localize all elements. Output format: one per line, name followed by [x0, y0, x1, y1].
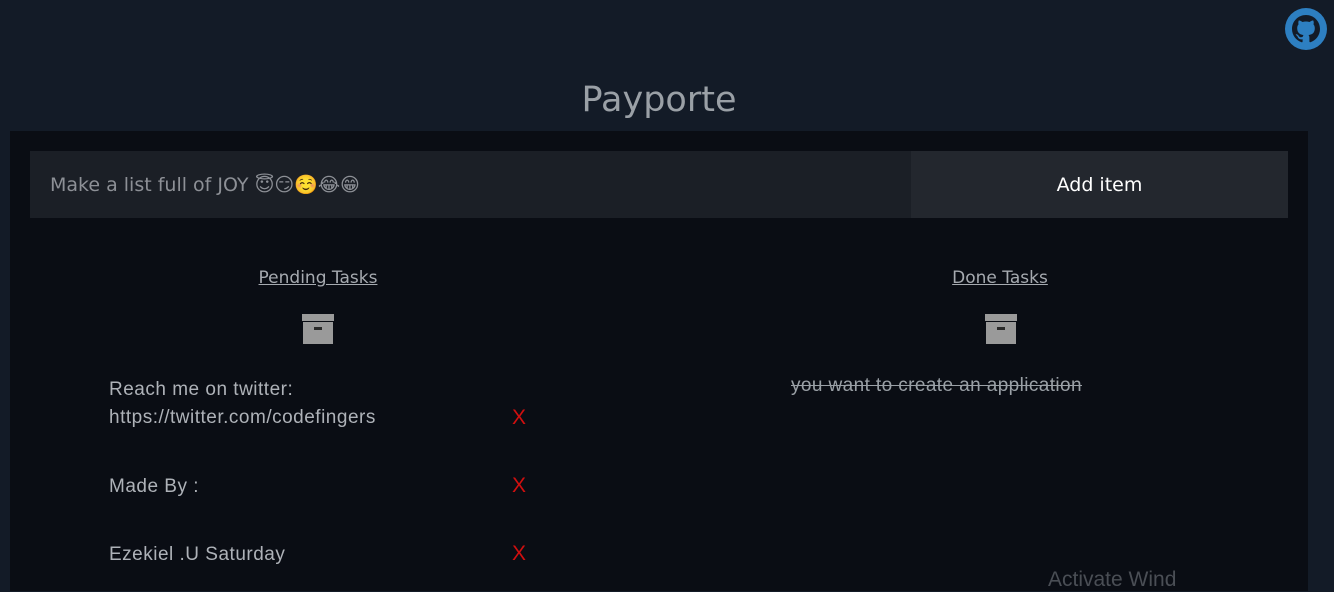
activation-watermark: Activate Wind — [1048, 568, 1177, 591]
archive-icon[interactable] — [984, 312, 1018, 346]
todo-input[interactable] — [30, 151, 911, 218]
pending-tasks-heading[interactable]: Pending Tasks — [168, 268, 468, 288]
add-item-button[interactable]: Add item — [911, 151, 1288, 218]
delete-task-button[interactable]: X — [512, 406, 526, 430]
app-title: Payporte — [581, 80, 737, 120]
add-item-form: Add item — [30, 151, 1288, 218]
task-text: Ezekiel .U Saturday — [109, 544, 286, 565]
done-tasks-heading[interactable]: Done Tasks — [850, 268, 1150, 288]
done-task-item[interactable]: you want to create an application — [791, 375, 1082, 397]
delete-task-button[interactable]: X — [512, 542, 526, 566]
task-text: https://twitter.com/codefingers — [109, 407, 376, 428]
pending-task-item[interactable]: Reach me on twitter: https://twitter.com… — [109, 376, 439, 432]
archive-icon[interactable] — [301, 312, 335, 346]
pending-task-item[interactable]: Made By : — [109, 473, 439, 501]
delete-task-button[interactable]: X — [512, 474, 526, 498]
todo-panel: Add item Pending Tasks Done Tasks Reach … — [10, 131, 1308, 591]
task-text: Reach me on twitter: — [109, 379, 294, 400]
task-text: Made By : — [109, 476, 200, 497]
github-icon[interactable] — [1284, 7, 1328, 51]
pending-task-item[interactable]: Ezekiel .U Saturday — [109, 541, 439, 569]
